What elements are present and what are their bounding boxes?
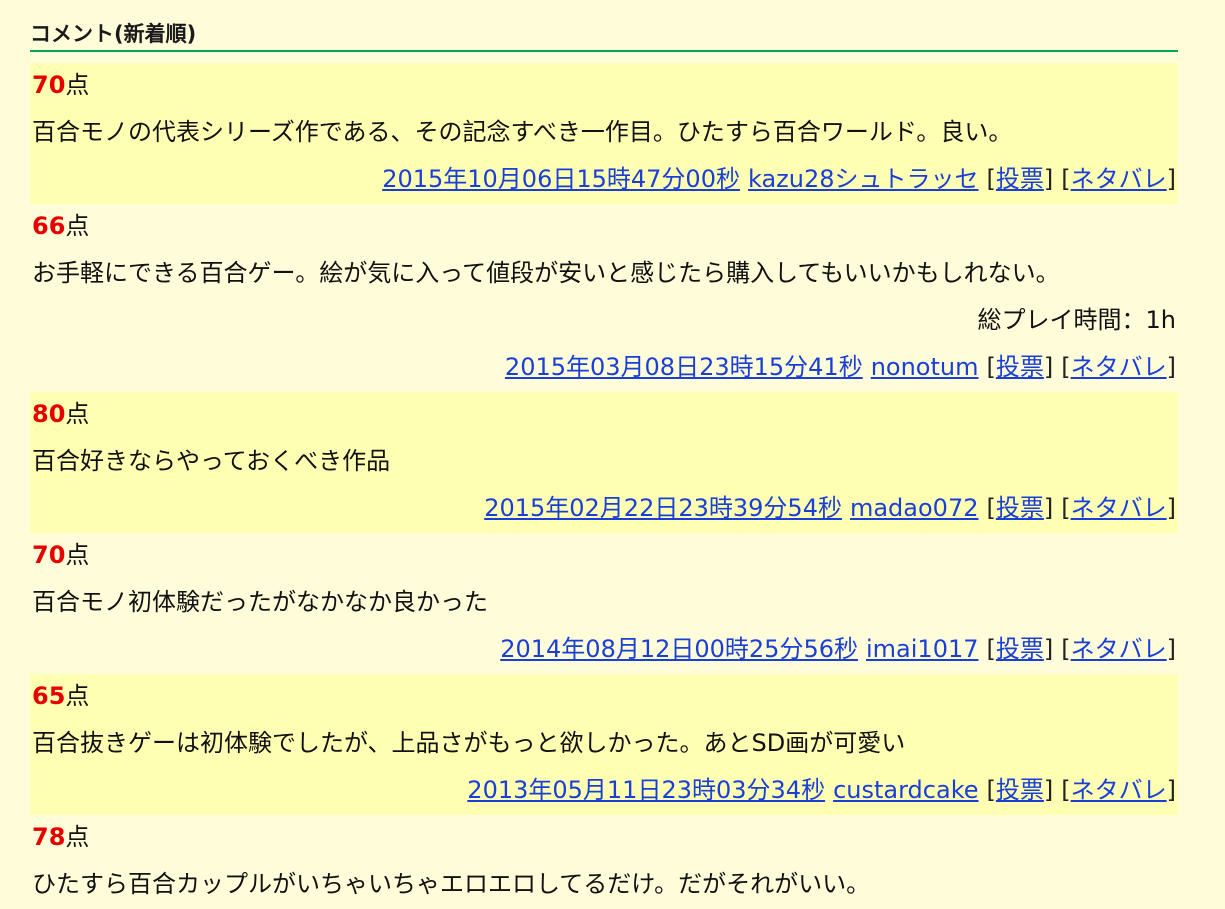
comment-meta: 2015年10月06日15時47分00秒 kazu28シュトラッセ [投票] [ネタバ…: [382, 165, 1176, 193]
comments-section: コメント(新着順) 70点 百合モノの代表シリーズ作である、その記念すべき一作目…: [30, 0, 1178, 909]
user-link[interactable]: custardcake: [833, 776, 978, 804]
comment-date-link[interactable]: 2015年02月22日23時39分54秒: [484, 494, 842, 522]
comment-text: 百合抜きゲーは初体験でしたが、上品さがもっと欲しかった。あとSD画が可愛い: [32, 729, 906, 757]
score-unit: 点: [65, 823, 90, 851]
score-line: 78点: [32, 815, 1176, 862]
score-unit: 点: [65, 212, 90, 240]
comment-item: 66点 お手軽にできる百合ゲー。絵が気に入って値段が安いと感じたら購入してもいい…: [30, 204, 1178, 392]
comment-date-link[interactable]: 2013年05月11日23時03分34秒: [467, 776, 825, 804]
user-link[interactable]: imai1017: [866, 635, 979, 663]
section-title: コメント(新着順): [30, 0, 1178, 52]
score-line: 70点: [32, 533, 1176, 580]
vote-link[interactable]: 投票: [996, 635, 1044, 663]
comment-date-link[interactable]: 2015年10月06日15時47分00秒: [382, 165, 740, 193]
spoiler-link[interactable]: ネタバレ: [1071, 776, 1167, 804]
score-value: 78: [32, 823, 66, 851]
score-unit: 点: [65, 682, 90, 710]
vote-link[interactable]: 投票: [996, 494, 1044, 522]
comment-meta: 2015年02月22日23時39分54秒 madao072 [投票] [ネタバレ]: [484, 494, 1176, 522]
comment-item: 80点 百合好きならやっておくべき作品 2015年02月22日23時39分54秒…: [30, 392, 1178, 533]
comment-text: ひたすら百合カップルがいちゃいちゃエロエロしてるだけ。だがそれがいい。: [32, 870, 871, 898]
spoiler-link[interactable]: ネタバレ: [1071, 494, 1167, 522]
vote-link[interactable]: 投票: [996, 353, 1044, 381]
comment-text: 百合モノ初体験だったがなかなか良かった: [32, 588, 488, 616]
score-value: 65: [32, 682, 66, 710]
score-value: 70: [32, 71, 66, 99]
comment-meta: 2014年08月12日00時25分56秒 imai1017 [投票] [ネタバレ]: [500, 635, 1176, 663]
score-line: 70点: [32, 63, 1176, 110]
score-value: 66: [32, 212, 66, 240]
comment-item: 70点 百合モノ初体験だったがなかなか良かった 2014年08月12日00時25…: [30, 533, 1178, 674]
comment-item: 70点 百合モノの代表シリーズ作である、その記念すべき一作目。ひたすら百合ワール…: [30, 63, 1178, 204]
score-line: 66点: [32, 204, 1176, 251]
comment-text: 百合モノの代表シリーズ作である、その記念すべき一作目。ひたすら百合ワールド。良い…: [32, 118, 1013, 146]
score-unit: 点: [65, 400, 90, 428]
comment-text: 百合好きならやっておくべき作品: [32, 447, 391, 475]
comment-item: 78点 ひたすら百合カップルがいちゃいちゃエロエロしてるだけ。だがそれがいい。: [30, 815, 1178, 909]
score-line: 80点: [32, 392, 1176, 439]
vote-link[interactable]: 投票: [996, 776, 1044, 804]
comment-text: お手軽にできる百合ゲー。絵が気に入って値段が安いと感じたら購入してもいいかもしれ…: [32, 259, 1060, 287]
spoiler-link[interactable]: ネタバレ: [1071, 353, 1167, 381]
user-link[interactable]: kazu28シュトラッセ: [748, 165, 979, 193]
user-link[interactable]: nonotum: [871, 353, 979, 381]
comment-meta: 2015年03月08日23時15分41秒 nonotum [投票] [ネタバレ]: [504, 353, 1176, 381]
score-value: 80: [32, 400, 66, 428]
score-unit: 点: [65, 541, 90, 569]
user-link[interactable]: madao072: [850, 494, 979, 522]
spoiler-link[interactable]: ネタバレ: [1071, 635, 1167, 663]
score-value: 70: [32, 541, 66, 569]
score-unit: 点: [65, 71, 90, 99]
vote-link[interactable]: 投票: [996, 165, 1044, 193]
spoiler-link[interactable]: ネタバレ: [1071, 165, 1167, 193]
comment-meta: 2013年05月11日23時03分34秒 custardcake [投票] [ネタバレ…: [467, 776, 1176, 804]
comment-date-link[interactable]: 2015年03月08日23時15分41秒: [505, 353, 863, 381]
comment-date-link[interactable]: 2014年08月12日00時25分56秒: [500, 635, 858, 663]
playtime: 総プレイ時間：1h: [977, 306, 1176, 334]
score-line: 65点: [32, 674, 1176, 721]
comment-item: 65点 百合抜きゲーは初体験でしたが、上品さがもっと欲しかった。あとSD画が可愛…: [30, 674, 1178, 815]
